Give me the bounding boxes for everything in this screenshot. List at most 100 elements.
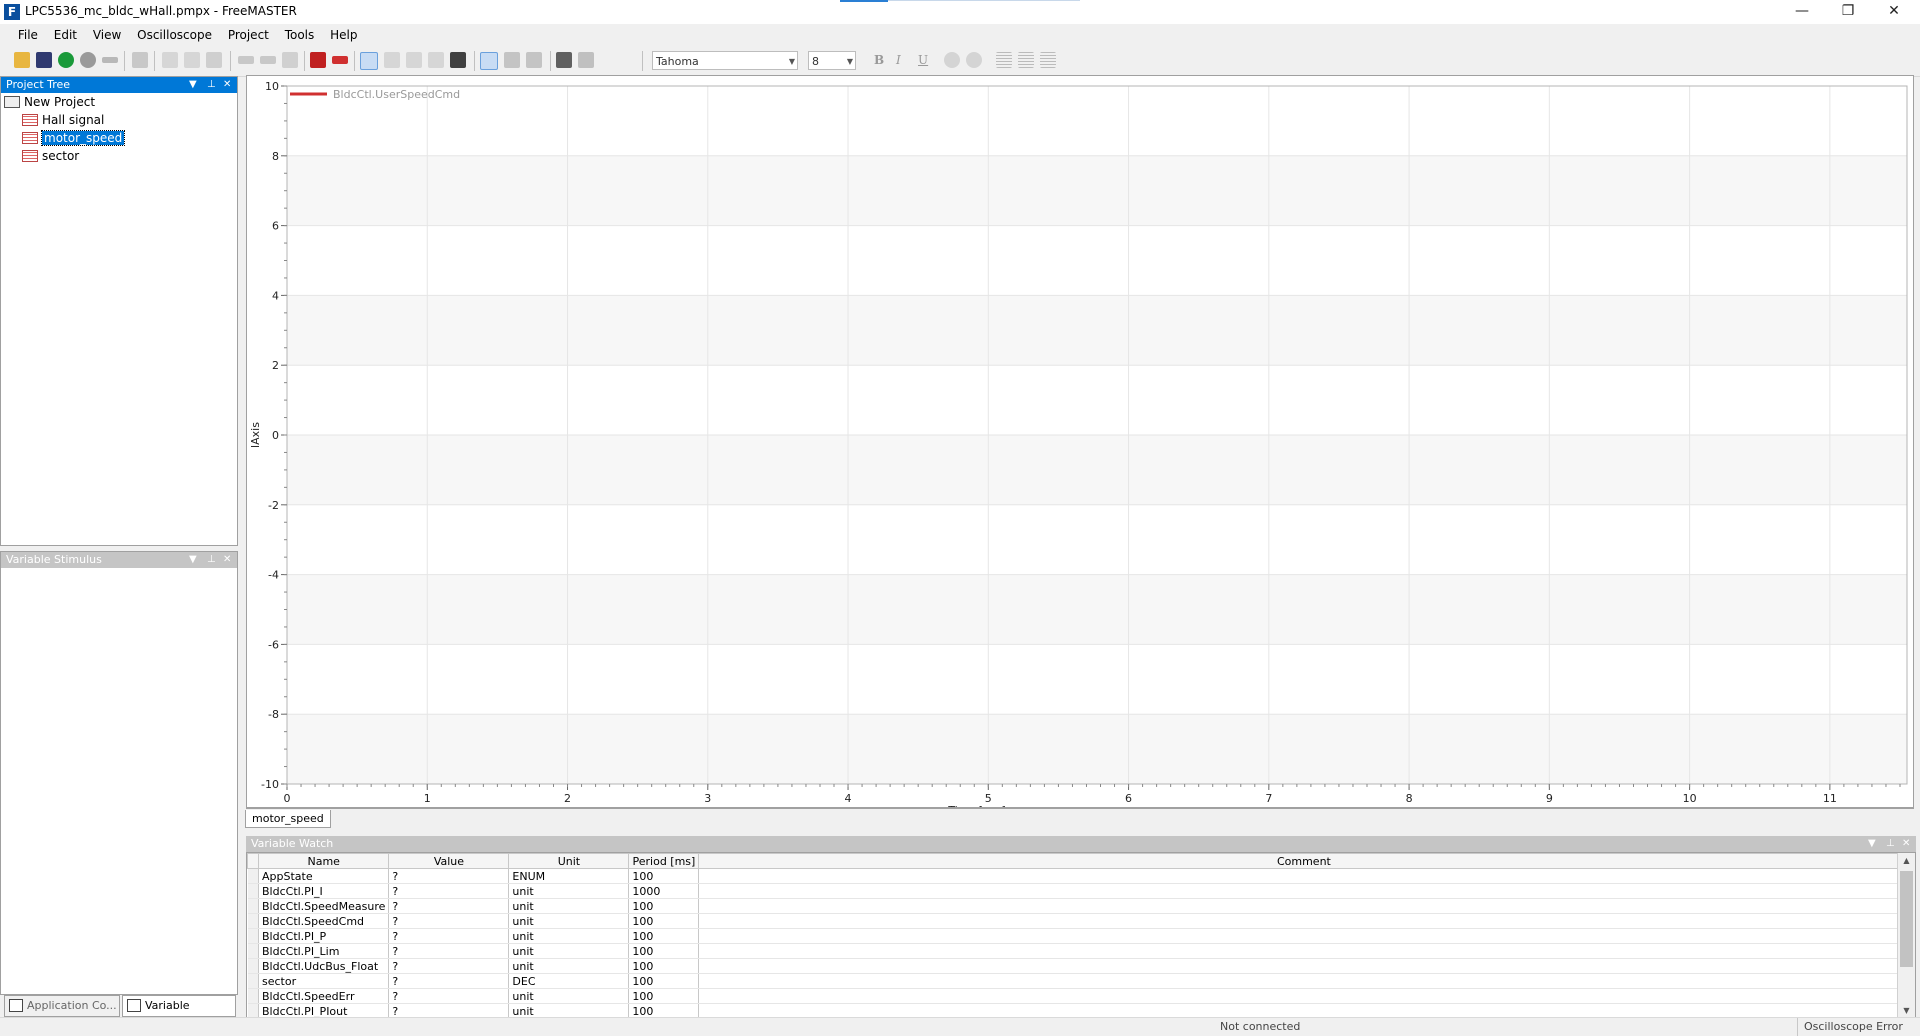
- menu-file[interactable]: File: [12, 24, 44, 46]
- cell-period[interactable]: 100: [628, 973, 700, 989]
- row-header[interactable]: [247, 958, 259, 974]
- column-header-period[interactable]: Period [ms]: [628, 853, 700, 869]
- cell-value[interactable]: ?: [388, 883, 510, 899]
- cell-unit[interactable]: unit: [508, 958, 630, 974]
- cell-unit[interactable]: unit: [508, 988, 630, 1004]
- cell-value[interactable]: ?: [388, 868, 510, 884]
- row-header[interactable]: [247, 883, 259, 899]
- background-color-icon[interactable]: [966, 52, 982, 68]
- connect-icon[interactable]: [102, 57, 118, 63]
- tab-motor-speed[interactable]: motor_speed: [245, 810, 331, 828]
- cell-period[interactable]: 100: [628, 988, 700, 1004]
- options-icon[interactable]: [556, 52, 572, 68]
- scroll-up-icon[interactable]: ▲: [1898, 853, 1915, 869]
- table-row[interactable]: BldcCtl.PI_P? unit 100: [247, 928, 1910, 944]
- panel-menu-icon[interactable]: ▼: [189, 552, 197, 568]
- open-icon[interactable]: [14, 52, 30, 68]
- cell-period[interactable]: 100: [628, 868, 700, 884]
- cell-unit[interactable]: unit: [508, 943, 630, 959]
- row-header[interactable]: [247, 898, 259, 914]
- pin-icon[interactable]: ⊥: [1886, 836, 1895, 852]
- cell-value[interactable]: ?: [388, 943, 510, 959]
- table-row[interactable]: BldcCtl.SpeedErr? unit 100: [247, 988, 1910, 1004]
- stop-icon[interactable]: [80, 52, 96, 68]
- close-panel-icon[interactable]: ✕: [1902, 836, 1910, 852]
- move-up-icon[interactable]: [504, 52, 520, 68]
- back-arrow-icon[interactable]: [238, 56, 254, 64]
- menu-view[interactable]: View: [87, 24, 127, 46]
- help-cursor-icon[interactable]: [578, 52, 594, 68]
- cell-comment[interactable]: [698, 898, 1910, 914]
- cell-comment[interactable]: [698, 988, 1910, 1004]
- cell-comment[interactable]: [698, 928, 1910, 944]
- minimize-button[interactable]: —: [1779, 0, 1825, 24]
- row-header[interactable]: [247, 973, 259, 989]
- grid-toggle-icon[interactable]: [480, 52, 498, 70]
- tab-variable-stimulus[interactable]: Variable Stimulus: [122, 995, 236, 1032]
- cell-name[interactable]: BldcCtl.SpeedMeasure: [258, 898, 390, 914]
- cell-value[interactable]: ?: [388, 973, 510, 989]
- watch-vertical-scrollbar[interactable]: ▲ ▼: [1897, 853, 1915, 1019]
- italic-button[interactable]: I: [896, 53, 901, 67]
- font-size-select[interactable]: 8 ▼: [808, 51, 856, 70]
- panel-menu-icon[interactable]: ▼: [189, 77, 197, 93]
- restore-button[interactable]: ❐: [1825, 0, 1871, 24]
- tree-root-new-project[interactable]: New Project: [4, 94, 95, 110]
- copy-icon[interactable]: [162, 52, 178, 68]
- cell-value[interactable]: ?: [388, 928, 510, 944]
- close-panel-icon[interactable]: ✕: [223, 77, 231, 93]
- cell-period[interactable]: 100: [628, 928, 700, 944]
- cell-period[interactable]: 100: [628, 898, 700, 914]
- zoom-icon[interactable]: [384, 52, 400, 68]
- zoom-fit-icon[interactable]: [428, 52, 444, 68]
- cell-value[interactable]: ?: [388, 898, 510, 914]
- table-row[interactable]: BldcCtl.UdcBus_Float? unit 100: [247, 958, 1910, 974]
- cell-value[interactable]: ?: [388, 913, 510, 929]
- table-row[interactable]: sector? DEC 100: [247, 973, 1910, 989]
- snapshot-icon[interactable]: [450, 52, 466, 68]
- column-header-name[interactable]: Name: [257, 853, 390, 869]
- move-down-icon[interactable]: [526, 52, 542, 68]
- font-name-select[interactable]: Tahoma ▼: [652, 51, 798, 70]
- pin-icon[interactable]: ⊥: [207, 77, 216, 93]
- column-header-comment[interactable]: Comment: [698, 853, 1910, 869]
- cell-comment[interactable]: [698, 913, 1910, 929]
- cell-unit[interactable]: unit: [508, 913, 630, 929]
- row-header[interactable]: [247, 868, 259, 884]
- row-header[interactable]: [247, 913, 259, 929]
- go-icon[interactable]: [58, 52, 74, 68]
- column-header-unit[interactable]: Unit: [508, 853, 630, 869]
- row-header[interactable]: [247, 943, 259, 959]
- panel-menu-icon[interactable]: ▼: [1868, 836, 1876, 852]
- cell-unit[interactable]: unit: [508, 883, 630, 899]
- print-icon[interactable]: [206, 52, 222, 68]
- cell-comment[interactable]: [698, 883, 1910, 899]
- align-left-icon[interactable]: [996, 52, 1012, 68]
- underline-button[interactable]: U: [918, 53, 928, 67]
- cell-comment[interactable]: [698, 868, 1910, 884]
- cell-period[interactable]: 1000: [628, 883, 700, 899]
- home-icon[interactable]: [282, 52, 298, 68]
- cell-unit[interactable]: unit: [508, 898, 630, 914]
- scroll-thumb[interactable]: [1900, 871, 1913, 967]
- tree-item-hall-signal[interactable]: Hall signal: [22, 112, 104, 128]
- cell-period[interactable]: 100: [628, 913, 700, 929]
- row-header[interactable]: [247, 928, 259, 944]
- menu-edit[interactable]: Edit: [48, 24, 83, 46]
- save-icon[interactable]: [36, 52, 52, 68]
- oscilloscope-chart[interactable]: 1086420-2-4-6-8-1001234567891011Time [se…: [246, 75, 1914, 808]
- zoom-out-icon[interactable]: [406, 52, 422, 68]
- color-icon[interactable]: [944, 52, 960, 68]
- record-icon[interactable]: [310, 52, 326, 68]
- cell-name[interactable]: BldcCtl.PI_I: [258, 883, 390, 899]
- align-center-icon[interactable]: [1018, 52, 1034, 68]
- cell-unit[interactable]: ENUM: [508, 868, 630, 884]
- table-row[interactable]: BldcCtl.SpeedCmd? unit 100: [247, 913, 1910, 929]
- align-right-icon[interactable]: [1040, 52, 1056, 68]
- pin-icon[interactable]: ⊥: [207, 552, 216, 568]
- cell-unit[interactable]: unit: [508, 928, 630, 944]
- paste-icon[interactable]: [184, 52, 200, 68]
- properties-icon[interactable]: [132, 52, 148, 68]
- cell-unit[interactable]: DEC: [508, 973, 630, 989]
- cell-name[interactable]: AppState: [258, 868, 390, 884]
